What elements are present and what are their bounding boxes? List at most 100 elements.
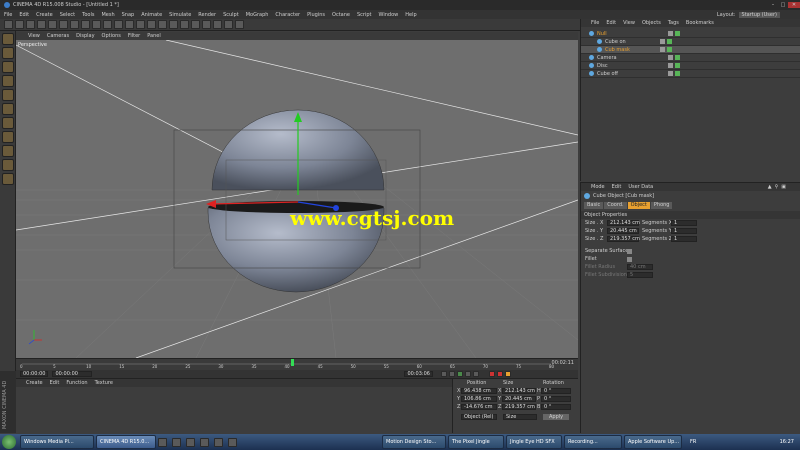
enabled-check-icon[interactable]	[667, 47, 672, 52]
snap-icon[interactable]	[1, 159, 14, 171]
cube-icon[interactable]	[158, 20, 167, 29]
render-picture-viewer-icon[interactable]	[136, 20, 145, 29]
pen-icon[interactable]	[169, 20, 178, 29]
viewport[interactable]: Perspective www.cgtsj.com	[16, 40, 578, 358]
subdivision-icon[interactable]	[180, 20, 189, 29]
task-pixel-jingle[interactable]: The Pixel Jingle	[448, 435, 504, 449]
menu-octane[interactable]: Octane	[332, 12, 350, 18]
start-button[interactable]	[2, 435, 16, 449]
material-menu-edit[interactable]: Edit	[50, 380, 60, 386]
enabled-check-icon[interactable]	[667, 39, 672, 44]
object-row-null[interactable]: Null	[581, 30, 800, 38]
menu-script[interactable]: Script	[357, 12, 372, 18]
recent-tool-icon[interactable]	[70, 20, 79, 29]
close-button[interactable]: ✕	[788, 2, 800, 8]
viewport-menu-panel[interactable]: Panel	[147, 33, 161, 39]
apply-button[interactable]: Apply	[543, 414, 570, 420]
current-frame-field[interactable]: 00:00:00	[52, 371, 93, 377]
render-view-icon[interactable]	[125, 20, 134, 29]
app-icon[interactable]	[228, 437, 237, 447]
coord-mode-select[interactable]: Object (Rel)	[461, 414, 497, 420]
viewport-menu-display[interactable]: Display	[76, 33, 94, 39]
objects-menu-view[interactable]: View	[623, 20, 635, 26]
objects-menu-edit[interactable]: Edit	[606, 20, 616, 26]
visibility-flag-icon[interactable]	[668, 55, 673, 60]
lock-icon[interactable]: ▣	[781, 184, 786, 190]
axis-mode-icon[interactable]	[1, 131, 14, 143]
visibility-flag-icon[interactable]	[668, 71, 673, 76]
undo-icon[interactable]	[4, 20, 13, 29]
coord-size-select[interactable]: Size	[503, 414, 537, 420]
viewport-menu-view[interactable]: View	[28, 33, 40, 39]
move-icon[interactable]	[37, 20, 46, 29]
tab-basic[interactable]: Basic	[584, 201, 604, 209]
viewport-menu-options[interactable]: Options	[102, 33, 121, 39]
live-select-icon[interactable]	[26, 20, 35, 29]
arrow-up-icon[interactable]: ▲	[768, 184, 772, 190]
menu-window[interactable]: Window	[379, 12, 399, 18]
points-mode-icon[interactable]	[1, 89, 14, 101]
rotate-icon[interactable]	[59, 20, 68, 29]
enabled-check-icon[interactable]	[675, 31, 680, 36]
redo-icon[interactable]	[15, 20, 24, 29]
menu-create[interactable]: Create	[36, 12, 53, 18]
menu-render[interactable]: Render	[198, 12, 216, 18]
menu-tools[interactable]: Tools	[82, 12, 94, 18]
task-cinema4d[interactable]: CINEMA 4D R15.0...	[96, 435, 156, 449]
array-icon[interactable]	[191, 20, 200, 29]
visibility-flag-icon[interactable]	[660, 47, 665, 52]
segments-z-input[interactable]: 1	[671, 236, 697, 242]
layout-select[interactable]: Startup (User)	[738, 11, 780, 18]
material-menu-texture[interactable]: Texture	[95, 380, 113, 386]
menu-file[interactable]: File	[4, 12, 12, 18]
app-icon[interactable]	[200, 437, 209, 447]
record-icon[interactable]	[488, 371, 495, 377]
task-apple-software-update[interactable]: Apple Software Up...	[624, 435, 682, 449]
size-x-field[interactable]: 212.143 cm	[502, 388, 536, 394]
prev-frame-icon[interactable]	[448, 371, 455, 377]
viewport-menu-cameras[interactable]: Cameras	[47, 33, 69, 39]
separate-surfaces-checkbox[interactable]	[627, 248, 632, 254]
segments-y-input[interactable]: 1	[671, 228, 697, 234]
task-recording[interactable]: Recording...	[564, 435, 622, 449]
texture-mode-icon[interactable]	[1, 61, 14, 73]
tab-phong[interactable]: Phong	[650, 201, 673, 209]
tab-coord[interactable]: Coord.	[604, 201, 627, 209]
objects-menu-bookmarks[interactable]: Bookmarks	[686, 20, 714, 26]
position-x-field[interactable]: 96.438 cm	[461, 388, 497, 394]
position-z-field[interactable]: -14.676 cm	[461, 404, 497, 410]
viewport-menu-filter[interactable]: Filter	[128, 33, 140, 39]
object-row-cub-mask[interactable]: Cub mask	[581, 46, 800, 54]
play-icon[interactable]	[456, 371, 463, 377]
menu-animate[interactable]: Animate	[141, 12, 162, 18]
end-frame-field[interactable]: 00:03:06	[404, 371, 433, 377]
object-row-disc[interactable]: Disc	[581, 62, 800, 70]
enabled-check-icon[interactable]	[675, 63, 680, 68]
app-icon[interactable]	[186, 437, 195, 447]
menu-select[interactable]: Select	[60, 12, 75, 18]
edges-mode-icon[interactable]	[1, 103, 14, 115]
position-y-field[interactable]: 106.86 cm	[461, 396, 497, 402]
timeline[interactable]: 0 5 10 15 20 25 30 35 40 45 50 55 60 65 70 75 80 00:02:1…	[16, 358, 578, 370]
rotation-p-field[interactable]: 0 °	[541, 396, 571, 402]
enabled-check-icon[interactable]	[675, 55, 680, 60]
task-motion-design[interactable]: Motion Design Sto...	[382, 435, 446, 449]
menu-mesh[interactable]: Mesh	[101, 12, 114, 18]
size-x-input[interactable]: 212.143 cm	[607, 220, 640, 226]
menu-plugins[interactable]: Plugins	[307, 12, 325, 18]
search-icon[interactable]: ⚲	[775, 184, 779, 190]
keyframe-selection-icon[interactable]	[504, 371, 511, 377]
app-icon[interactable]	[158, 437, 167, 447]
app-icon[interactable]	[214, 437, 223, 447]
menu-snap[interactable]: Snap	[122, 12, 135, 18]
make-editable-icon[interactable]	[1, 33, 14, 45]
task-jingle-eye[interactable]: Jingle Eye HD SFX	[506, 435, 562, 449]
camera-icon[interactable]	[224, 20, 233, 29]
menu-sculpt[interactable]: Sculpt	[223, 12, 239, 18]
go-to-end-icon[interactable]	[472, 371, 479, 377]
objects-menu-tags[interactable]: Tags	[668, 20, 679, 26]
fillet-subdivision-input[interactable]: 5	[627, 272, 653, 278]
menu-help[interactable]: Help	[405, 12, 416, 18]
maximize-button[interactable]: □	[778, 2, 788, 8]
polygons-mode-icon[interactable]	[1, 117, 14, 129]
